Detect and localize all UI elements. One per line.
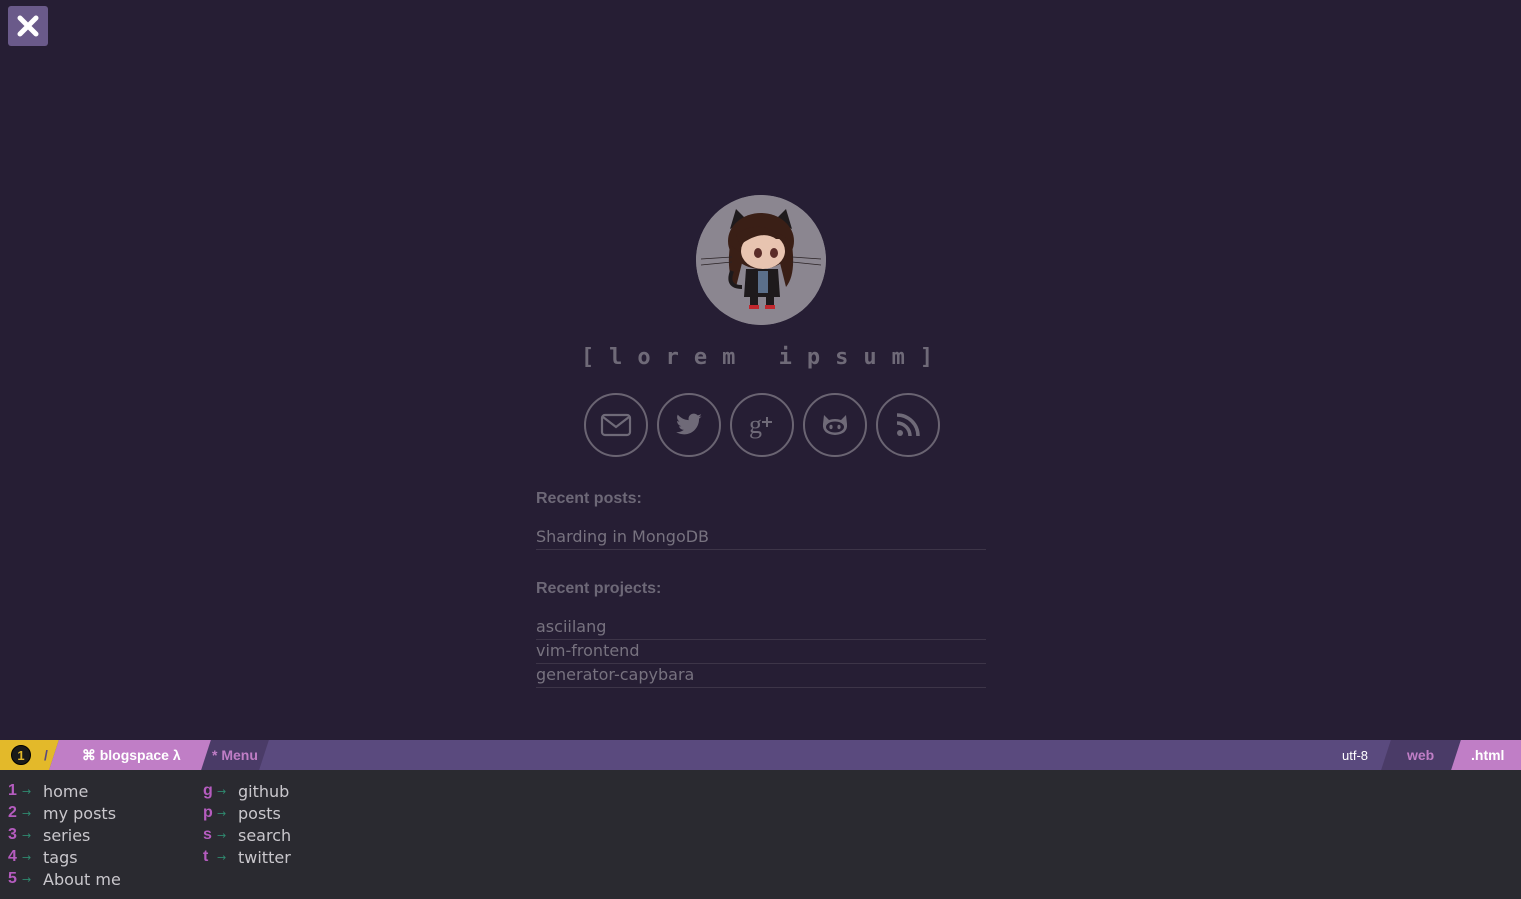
arrow-icon: → — [22, 828, 32, 842]
rss-link[interactable] — [876, 393, 940, 457]
extension-label: .html — [1471, 747, 1505, 763]
menu-key: 3 — [8, 826, 17, 843]
menu-item-my-posts[interactable]: 2 → my posts — [8, 802, 121, 824]
command-menu: 1 → home 2 → my posts 3 → series 4 → tag… — [0, 770, 1521, 899]
google-plus-icon: g — [749, 410, 772, 439]
email-link[interactable] — [584, 393, 648, 457]
menu-item-github[interactable]: g → github — [203, 780, 291, 802]
recent-project-link[interactable]: vim-frontend — [536, 640, 986, 664]
menu-label: tags — [43, 847, 78, 867]
arrow-icon: → — [217, 806, 227, 820]
menu-item-series[interactable]: 3 → series — [8, 824, 121, 846]
arrow-icon: → — [217, 850, 227, 864]
social-links: g — [584, 393, 940, 457]
mode-segment[interactable]: * Menu — [201, 740, 269, 770]
encoding-segment: utf-8 — [1330, 740, 1380, 770]
encoding-label: utf-8 — [1341, 747, 1368, 763]
mode-label: * Menu — [212, 747, 258, 763]
github-icon — [822, 415, 848, 435]
menu-right-column: g → github p → posts s → search t → twit… — [203, 780, 291, 868]
filetype-segment: web — [1381, 740, 1461, 770]
menu-label: my posts — [43, 803, 117, 823]
menu-item-home[interactable]: 1 → home — [8, 780, 121, 802]
envelope-icon — [600, 413, 632, 437]
menu-label: series — [43, 825, 91, 845]
close-icon — [17, 15, 39, 37]
recent-posts-section: Recent posts: Sharding in MongoDB — [536, 490, 986, 550]
menu-label: About me — [43, 869, 121, 889]
separator: / — [44, 747, 48, 763]
arrow-icon: → — [22, 872, 32, 886]
menu-key: 4 — [8, 848, 17, 865]
menu-label: github — [238, 781, 290, 801]
arrow-icon: → — [22, 784, 32, 798]
menu-item-posts[interactable]: p → posts — [203, 802, 291, 824]
close-button[interactable] — [8, 6, 48, 46]
menu-label: search — [238, 825, 292, 845]
twitter-link[interactable] — [657, 393, 721, 457]
arrow-icon: → — [22, 850, 32, 864]
buffer-number-badge: 1 — [11, 745, 32, 765]
menu-item-about-me[interactable]: 5 → About me — [8, 868, 121, 890]
recent-post-link[interactable]: Sharding in MongoDB — [536, 526, 986, 550]
menu-key: 5 — [8, 870, 17, 887]
twitter-icon — [676, 413, 702, 435]
recent-project-link[interactable]: asciilang — [536, 616, 986, 640]
arrow-icon: → — [217, 828, 227, 842]
svg-text:g: g — [749, 410, 762, 439]
menu-item-twitter[interactable]: t → twitter — [203, 846, 291, 868]
main-content: [lorem ipsum] g Recent posts: Sharding i… — [0, 0, 1521, 740]
recent-projects-section: Recent projects: asciilang vim-frontend … — [536, 580, 986, 688]
recent-posts-title: Recent posts: — [536, 490, 642, 507]
octocat-avatar-icon — [696, 195, 826, 325]
app-name: ⌘ blogspace λ — [81, 746, 181, 763]
avatar — [696, 195, 826, 325]
recent-projects-title: Recent projects: — [536, 580, 662, 597]
filetype-label: web — [1407, 747, 1435, 763]
menu-label: home — [43, 781, 89, 801]
menu-key: 2 — [8, 804, 17, 821]
menu-key: t — [203, 848, 209, 865]
extension-segment: .html — [1451, 740, 1521, 770]
arrow-icon: → — [22, 806, 32, 820]
menu-key: g — [203, 782, 213, 799]
menu-left-column: 1 → home 2 → my posts 3 → series 4 → tag… — [8, 780, 121, 890]
github-link[interactable] — [803, 393, 867, 457]
menu-label: twitter — [238, 847, 291, 867]
menu-key: 1 — [8, 782, 17, 799]
menu-label: posts — [238, 803, 281, 823]
site-title: [lorem ipsum] — [580, 345, 949, 370]
status-bar: 1 / ⌘ blogspace λ * Menu utf-8 web .html — [0, 740, 1521, 770]
menu-item-tags[interactable]: 4 → tags — [8, 846, 121, 868]
recent-project-link[interactable]: generator-capybara — [536, 664, 986, 688]
arrow-icon: → — [217, 784, 227, 798]
menu-item-search[interactable]: s → search — [203, 824, 291, 846]
app-name-segment[interactable]: ⌘ blogspace λ — [49, 740, 213, 770]
menu-key: s — [203, 826, 212, 843]
menu-key: p — [203, 804, 213, 821]
rss-icon — [896, 413, 920, 437]
google-plus-link[interactable]: g — [730, 393, 794, 457]
